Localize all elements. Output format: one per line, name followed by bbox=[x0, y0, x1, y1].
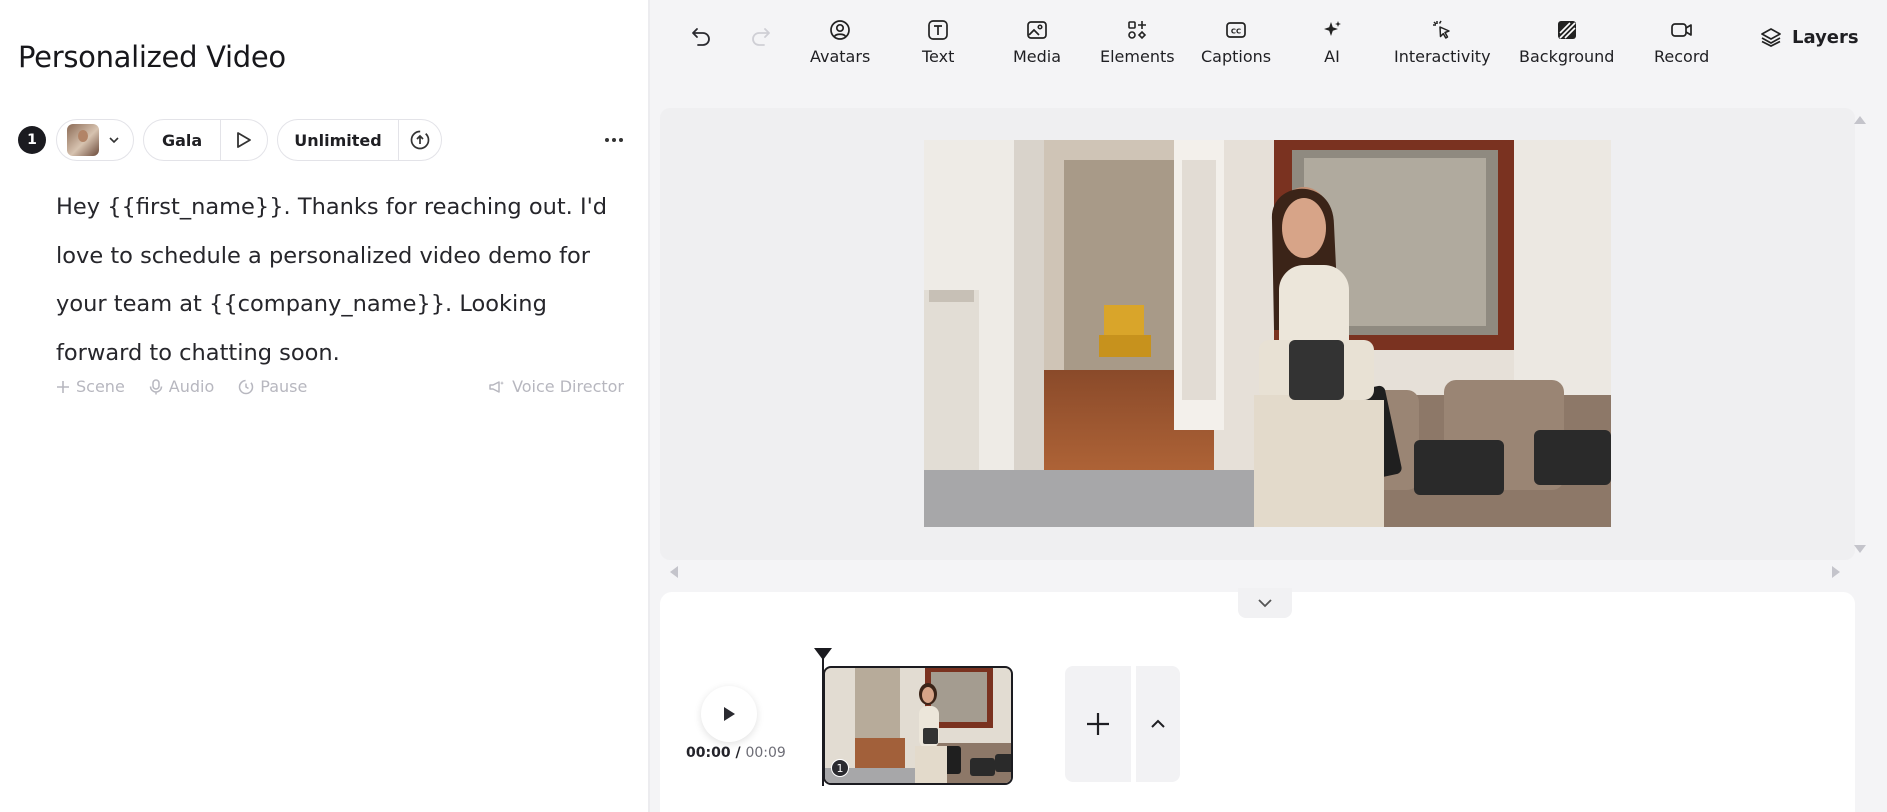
add-scene-label: Scene bbox=[76, 377, 125, 396]
play-icon bbox=[237, 132, 252, 148]
tool-background[interactable]: Background bbox=[1519, 19, 1614, 66]
collapse-timeline-button[interactable] bbox=[1238, 588, 1292, 618]
media-icon bbox=[1027, 21, 1047, 39]
timeline-play-button[interactable] bbox=[701, 686, 757, 742]
cursor-click-icon bbox=[1433, 20, 1451, 39]
redo-icon bbox=[752, 28, 770, 46]
video-camera-icon bbox=[1670, 23, 1692, 37]
text-icon bbox=[928, 20, 949, 40]
video-preview[interactable] bbox=[924, 140, 1611, 527]
voice-preview-button[interactable] bbox=[221, 120, 267, 160]
scene-clip-thumbnail bbox=[825, 668, 1011, 783]
script-actions-bar: Scene Audio Pause Voice Director bbox=[56, 377, 624, 396]
speed-gauge-icon bbox=[410, 130, 430, 150]
chevron-down-icon bbox=[109, 137, 119, 144]
tool-media-label: Media bbox=[1013, 47, 1062, 66]
more-horizontal-icon bbox=[605, 138, 623, 142]
tool-ai-label: AI bbox=[1324, 47, 1340, 66]
tool-record-label: Record bbox=[1654, 47, 1710, 66]
scroll-up-arrow[interactable] bbox=[1854, 116, 1866, 124]
megaphone-sparkle-icon bbox=[489, 380, 505, 393]
tool-elements[interactable]: Elements bbox=[1100, 19, 1175, 66]
script-text-editor[interactable]: Hey {{first_name}}. Thanks for reaching … bbox=[56, 183, 636, 378]
total-time: 00:09 bbox=[745, 745, 786, 761]
voice-director-label: Voice Director bbox=[512, 377, 624, 396]
tool-captions[interactable]: CC Captions bbox=[1201, 19, 1271, 66]
voice-director-button[interactable]: Voice Director bbox=[488, 377, 624, 396]
speed-selector: Unlimited bbox=[277, 119, 442, 161]
add-scene-timeline-button[interactable] bbox=[1065, 666, 1131, 782]
undo-button[interactable] bbox=[690, 26, 712, 50]
tool-ai[interactable]: AI bbox=[1321, 19, 1343, 66]
current-time: 00:00 bbox=[686, 745, 731, 761]
script-panel: Personalized Video 1 Gala Unlimited Hey … bbox=[0, 0, 650, 812]
voice-selector: Gala bbox=[143, 119, 269, 161]
pause-timer-icon bbox=[239, 379, 254, 394]
plus-icon bbox=[57, 380, 69, 393]
tool-record[interactable]: Record bbox=[1654, 19, 1709, 66]
redo-button[interactable] bbox=[750, 26, 772, 50]
voice-name-button[interactable]: Gala bbox=[144, 120, 222, 160]
more-options-button[interactable] bbox=[598, 124, 630, 156]
chevron-down-icon bbox=[1258, 599, 1272, 608]
layers-label: Layers bbox=[1792, 26, 1859, 48]
avatar-icon bbox=[830, 20, 850, 40]
background-icon bbox=[1557, 21, 1576, 39]
expand-scene-options-button[interactable] bbox=[1136, 666, 1180, 782]
add-audio-label: Audio bbox=[168, 377, 215, 396]
tool-media[interactable]: Media bbox=[1013, 19, 1061, 66]
page-title[interactable]: Personalized Video bbox=[18, 40, 286, 74]
microphone-icon bbox=[149, 378, 163, 394]
tool-interactivity[interactable]: Interactivity bbox=[1394, 19, 1491, 66]
svg-text:CC: CC bbox=[1231, 28, 1241, 36]
video-editor: Avatars Text Media Elements CC Captions … bbox=[650, 0, 1887, 812]
undo-icon bbox=[692, 28, 710, 46]
captions-icon: CC bbox=[1226, 22, 1246, 38]
canvas-area[interactable] bbox=[660, 108, 1855, 560]
tool-elements-label: Elements bbox=[1100, 47, 1175, 66]
tool-captions-label: Captions bbox=[1201, 47, 1272, 66]
add-scene-button[interactable]: Scene bbox=[56, 377, 125, 396]
sparkle-icon bbox=[1324, 21, 1341, 36]
clip-number-badge: 1 bbox=[831, 759, 849, 777]
speed-settings-button[interactable] bbox=[399, 120, 441, 160]
scroll-down-arrow[interactable] bbox=[1854, 545, 1866, 553]
scroll-right-arrow[interactable] bbox=[1832, 566, 1840, 578]
scroll-left-arrow[interactable] bbox=[670, 566, 678, 578]
avatar-scene-image bbox=[924, 140, 1611, 527]
time-readout: 00:00 / 00:09 bbox=[686, 745, 786, 761]
tool-text[interactable]: Text bbox=[922, 19, 954, 66]
tool-interactivity-label: Interactivity bbox=[1394, 47, 1491, 66]
add-pause-button[interactable]: Pause bbox=[238, 377, 307, 396]
timeline-panel: 00:00 / 00:09 1 bbox=[660, 588, 1855, 812]
layers-icon bbox=[1761, 28, 1781, 47]
chevron-up-icon bbox=[1151, 719, 1165, 728]
tool-background-label: Background bbox=[1519, 47, 1615, 66]
scene-number-badge: 1 bbox=[18, 126, 46, 154]
tool-avatars[interactable]: Avatars bbox=[810, 19, 870, 66]
scene-settings-bar: 1 Gala Unlimited bbox=[18, 119, 630, 161]
elements-icon bbox=[1128, 21, 1147, 40]
scene-clip[interactable]: 1 bbox=[823, 666, 1013, 785]
play-icon bbox=[724, 707, 735, 721]
add-audio-button[interactable]: Audio bbox=[149, 377, 214, 396]
layers-button[interactable]: Layers bbox=[1760, 26, 1859, 48]
tool-avatars-label: Avatars bbox=[810, 47, 871, 66]
time-separator: / bbox=[730, 745, 746, 761]
editor-toolbar: Avatars Text Media Elements CC Captions … bbox=[650, 0, 1887, 82]
add-pause-label: Pause bbox=[260, 377, 308, 396]
plus-icon bbox=[1087, 713, 1109, 735]
avatar-thumbnail bbox=[67, 124, 99, 156]
tool-text-label: Text bbox=[922, 47, 955, 66]
avatar-selector[interactable] bbox=[56, 119, 134, 161]
speed-button[interactable]: Unlimited bbox=[278, 120, 399, 160]
